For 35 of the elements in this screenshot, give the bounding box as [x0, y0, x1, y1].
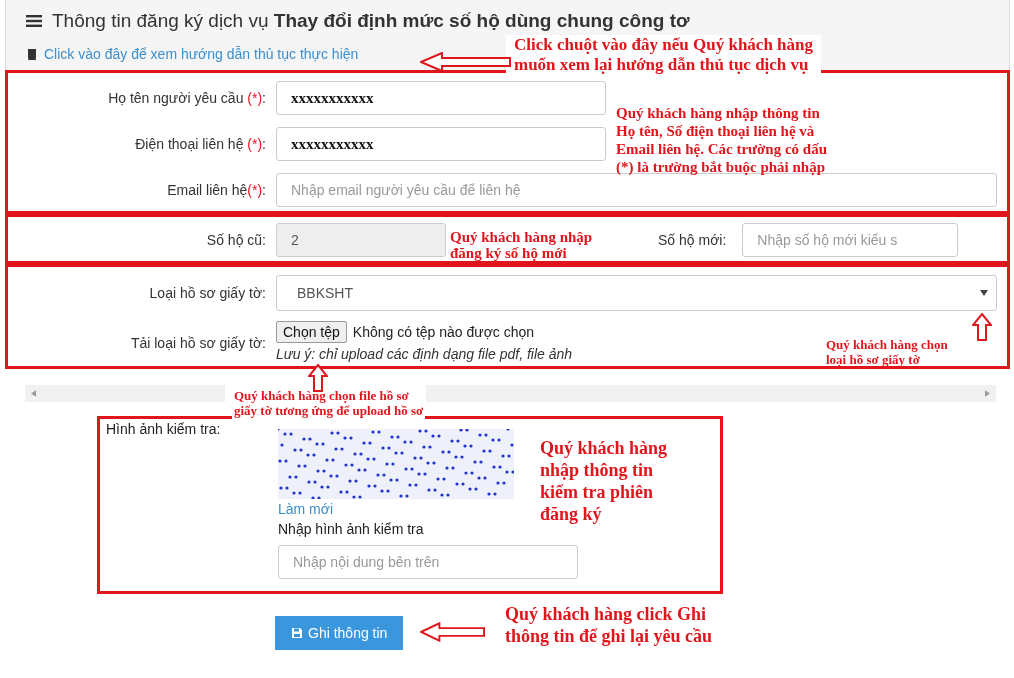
horizontal-scrollbar[interactable]	[25, 385, 225, 402]
file-status: Không có tệp nào được chọn	[352, 324, 535, 340]
scroll-right-icon[interactable]	[985, 390, 990, 397]
input-field[interactable]: xxxxxxxxxxx	[276, 81, 606, 115]
field-label: Nhập hình ảnh kiểm tra	[278, 521, 424, 537]
page-title: Thông tin đăng ký dịch vụ Thay đổi định mức số hộ dùng chung công tơ	[52, 10, 690, 32]
scroll-left-icon[interactable]	[31, 390, 36, 397]
menu-icon[interactable]	[26, 14, 42, 28]
field-label: Số hộ cũ:	[205, 232, 266, 248]
field-label: Hình ảnh kiểm tra:	[106, 421, 222, 439]
up-arrow	[972, 313, 992, 341]
choose-file-button[interactable]: Chọn tệp	[276, 321, 347, 343]
document-type-select[interactable]: BBKSHT	[276, 275, 997, 311]
annotation-text: Quý khách hàng chọn file hồ sơ giấy tờ tương ứng để upload hồ sơ	[232, 389, 426, 419]
save-icon	[291, 627, 303, 639]
field-label: Số hộ mới:	[658, 232, 727, 248]
field-label: Email liên hệ(*):	[166, 182, 266, 198]
horizontal-scrollbar[interactable]	[426, 385, 996, 402]
annotation-text: Click chuột vào đây nếu Quý khách hàng muốn xem lại hướng dẫn thủ tục dịch vụ	[506, 35, 821, 77]
input-field[interactable]: Nhập số hộ mới kiểu s	[742, 223, 959, 257]
field-label: Điện thoại liên hệ (*):	[134, 136, 266, 152]
captcha-input[interactable]: Nhập nội dung bên trên	[278, 545, 578, 579]
book-icon	[26, 48, 38, 60]
input-field[interactable]: xxxxxxxxxxx	[276, 127, 606, 161]
left-arrow	[420, 622, 486, 642]
field-label: Họ tên người yêu cầu (*):	[107, 90, 266, 106]
field-label: Tải loại hồ sơ giấy tờ:	[129, 334, 266, 351]
refresh-link[interactable]: Làm mới	[278, 501, 334, 517]
annotation-text: Quý khách hàng nhập thông tin Họ tên, Số điện thoại liên hệ và Email liên hệ. Các trường có dấu (*) là trường bắt buộc phải nhập	[616, 104, 828, 176]
annotation-text: Quý khách hàng click Ghi thông tin để ghi lại yêu cầu	[505, 604, 713, 648]
annotation-text: Quý khách hàng nhập đăng ký số hộ mới	[450, 230, 593, 262]
upload-note: Lưu ý: chỉ upload các định dạng file pdf, file ảnh	[276, 346, 573, 362]
caret-icon	[980, 290, 988, 296]
field-label: Loại hồ sơ giấy tờ:	[148, 285, 266, 301]
annotation-text: Quý khách hàng nhập thông tin kiểm tra phiên đăng ký	[540, 438, 668, 526]
